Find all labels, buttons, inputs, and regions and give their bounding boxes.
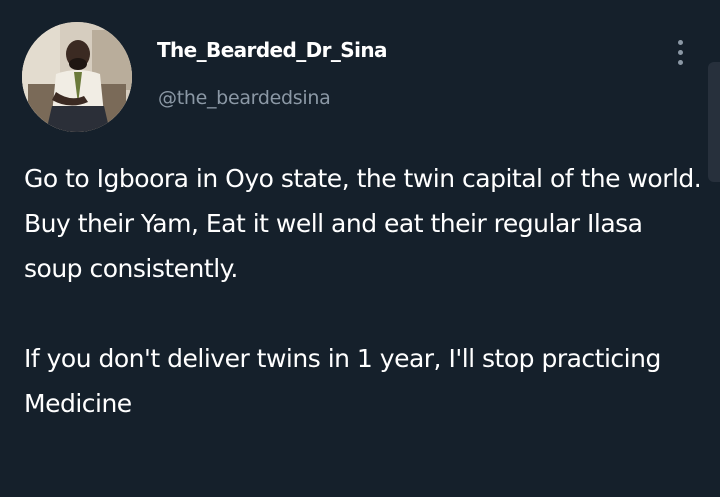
more-vertical-icon[interactable]	[666, 34, 694, 70]
avatar[interactable]	[22, 22, 132, 132]
avatar-photo	[22, 22, 132, 132]
tweet-text: Go to Igboora in Oyo state, the twin cap…	[24, 156, 704, 426]
tweet-paragraph: If you don't deliver twins in 1 year, I'…	[24, 344, 661, 418]
author-display-name[interactable]: The_Bearded_Dr_Sina	[157, 38, 387, 62]
menu-dot	[677, 59, 683, 65]
menu-dot	[677, 49, 683, 55]
tweet-paragraph: Go to Igboora in Oyo state, the twin cap…	[24, 164, 702, 193]
tweet-paragraph: Buy their Yam, Eat it well and eat their…	[24, 209, 643, 283]
menu-dot	[677, 39, 683, 45]
tweet-card: The_Bearded_Dr_Sina @the_beardedsina Go …	[0, 0, 720, 497]
side-scroll-handle[interactable]	[708, 62, 720, 182]
author-handle[interactable]: @the_beardedsina	[158, 87, 331, 109]
